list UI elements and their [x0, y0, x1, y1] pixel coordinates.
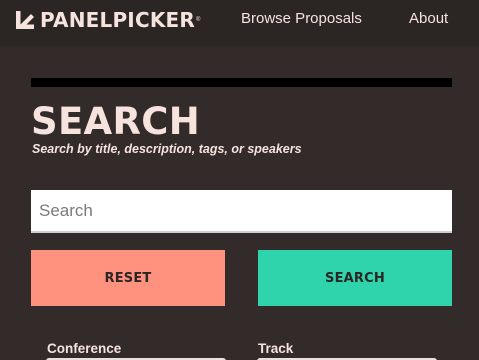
arrow-down-left-icon — [16, 11, 34, 29]
top-navigation-bar: PANELPICKER ® Browse Proposals About — [0, 0, 479, 46]
search-button[interactable]: SEARCH — [258, 250, 452, 306]
panelpicker-logo[interactable]: PANELPICKER ® — [14, 8, 200, 32]
conference-filter-label: Conference — [47, 341, 122, 356]
section-divider — [31, 78, 452, 87]
track-filter-label: Track — [258, 341, 294, 356]
search-subtitle: Search by title, description, tags, or s… — [32, 142, 302, 156]
nav-browse-proposals[interactable]: Browse Proposals — [241, 10, 362, 28]
nav-about[interactable]: About — [409, 10, 448, 28]
search-input[interactable] — [31, 190, 452, 233]
logo-wordmark: PANELPICKER — [40, 8, 195, 32]
reset-button[interactable]: RESET — [31, 250, 225, 306]
page-title: SEARCH — [31, 100, 200, 143]
trademark-symbol: ® — [195, 17, 201, 23]
